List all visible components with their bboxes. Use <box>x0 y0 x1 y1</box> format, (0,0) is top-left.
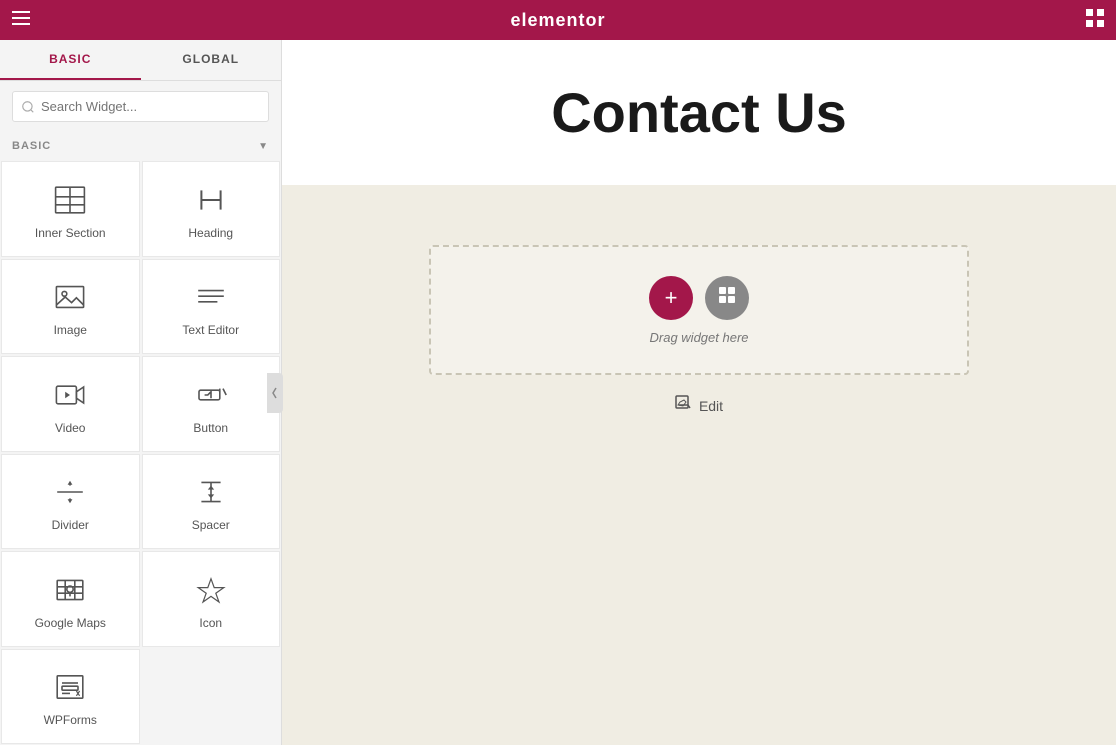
page-content: + Drag widget here <box>282 185 1116 745</box>
widget-text-editor[interactable]: Text Editor <box>142 259 281 355</box>
page-header: Contact Us <box>282 40 1116 185</box>
heading-icon <box>193 182 229 218</box>
spacer-icon <box>193 474 229 510</box>
widget-label-divider: Divider <box>52 518 89 532</box>
widget-video[interactable]: Video <box>1 356 140 452</box>
edit-bar[interactable]: Edit <box>675 395 723 416</box>
widget-icon[interactable]: Icon <box>142 551 281 647</box>
inner-section-icon <box>52 182 88 218</box>
widget-heading[interactable]: Heading <box>142 161 281 257</box>
google-maps-icon <box>52 572 88 608</box>
sidebar-wrapper: basic GLOBAL BASIC ▼ <box>0 40 282 745</box>
edit-label: Edit <box>699 398 723 414</box>
wpforms-icon <box>52 669 88 705</box>
widget-library-button[interactable] <box>705 276 749 320</box>
canvas: Contact Us + <box>282 40 1116 745</box>
sidebar: basic GLOBAL BASIC ▼ <box>0 40 282 745</box>
image-icon <box>52 279 88 315</box>
drop-zone-text: Drag widget here <box>650 330 749 345</box>
drop-buttons: + <box>649 276 749 320</box>
widget-inner-section[interactable]: Inner Section <box>1 161 140 257</box>
widget-label-heading: Heading <box>188 226 233 240</box>
topbar-logo: elementor <box>510 10 605 31</box>
video-icon <box>52 377 88 413</box>
apps-icon[interactable] <box>1086 9 1104 32</box>
tab-global[interactable]: GLOBAL <box>141 40 282 80</box>
main-layout: basic GLOBAL BASIC ▼ <box>0 40 1116 745</box>
divider-icon <box>52 474 88 510</box>
page-title: Contact Us <box>282 80 1116 145</box>
widget-label-inner-section: Inner Section <box>35 226 106 240</box>
widget-divider[interactable]: Divider <box>1 454 140 550</box>
collapse-icon[interactable]: ▼ <box>258 141 269 152</box>
widget-label-image: Image <box>54 323 87 337</box>
grid-icon <box>718 286 736 309</box>
button-icon <box>193 377 229 413</box>
search-input[interactable] <box>12 91 269 122</box>
widget-google-maps[interactable]: Google Maps <box>1 551 140 647</box>
section-label-basic: BASIC ▼ <box>0 132 281 160</box>
widget-button[interactable]: Button <box>142 356 281 452</box>
tab-elements[interactable]: basic <box>0 40 141 80</box>
widget-label-button: Button <box>193 421 228 435</box>
widget-wpforms[interactable]: WPForms <box>1 649 140 745</box>
icon-widget-icon <box>193 572 229 608</box>
topbar: elementor <box>0 0 1116 40</box>
search-wrap <box>0 81 281 132</box>
widget-grid: Inner Section Heading <box>0 160 281 745</box>
text-editor-icon <box>193 279 229 315</box>
widget-label-icon: Icon <box>199 616 222 630</box>
widget-label-google-maps: Google Maps <box>35 616 106 630</box>
add-widget-button[interactable]: + <box>649 276 693 320</box>
edit-icon <box>675 395 691 416</box>
hamburger-icon[interactable] <box>12 11 30 30</box>
widget-label-spacer: Spacer <box>192 518 230 532</box>
drop-zone[interactable]: + Drag widget here <box>429 245 969 375</box>
widget-label-wpforms: WPForms <box>44 713 97 727</box>
widget-label-text-editor: Text Editor <box>182 323 239 337</box>
widget-spacer[interactable]: Spacer <box>142 454 281 550</box>
plus-icon: + <box>665 285 678 311</box>
section-label-text: BASIC <box>12 140 51 152</box>
widget-label-video: Video <box>55 421 85 435</box>
sidebar-collapse-handle[interactable] <box>267 373 283 413</box>
widget-image[interactable]: Image <box>1 259 140 355</box>
tab-bar: basic GLOBAL <box>0 40 281 81</box>
